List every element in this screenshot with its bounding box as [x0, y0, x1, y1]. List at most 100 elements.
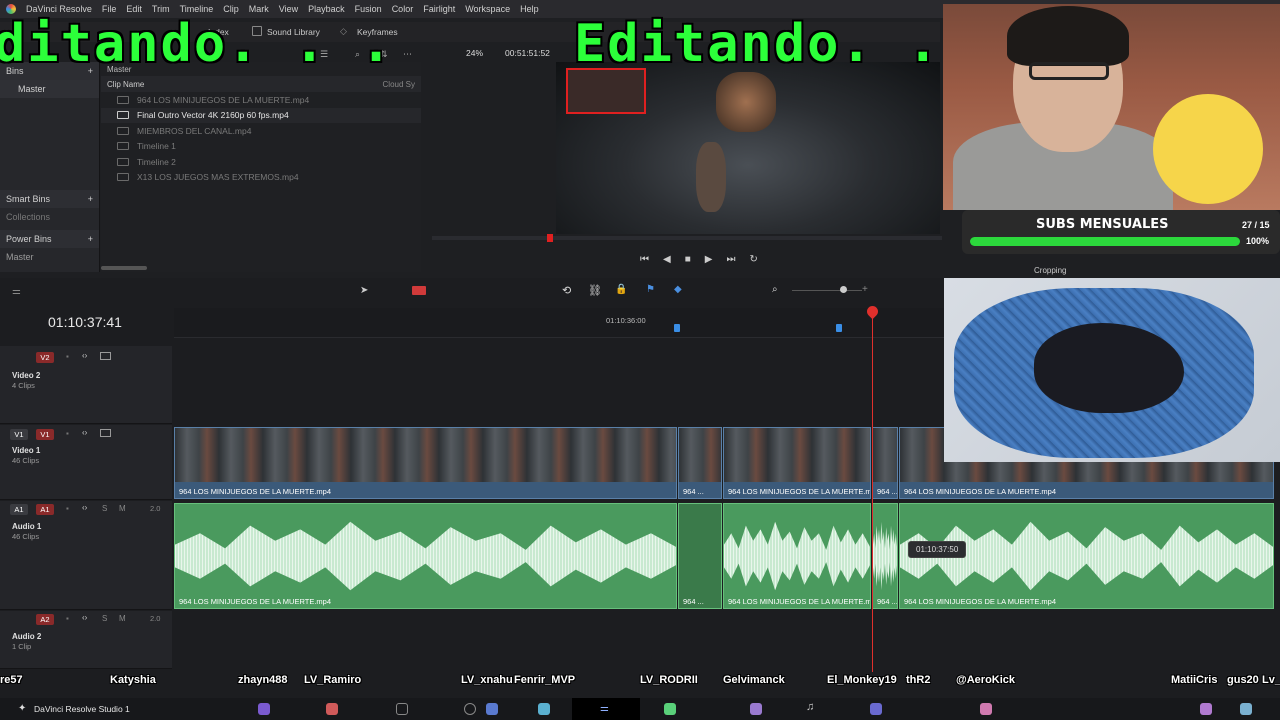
menu-mark[interactable]: Mark: [249, 4, 269, 14]
media-pool: Master Clip Name Cloud Sy 964 LOS MINIJU…: [101, 62, 421, 272]
lock-track-icon[interactable]: ▪: [66, 352, 69, 361]
linked-selection-icon[interactable]: ⛓: [588, 284, 602, 297]
timeline-icon: [117, 142, 129, 151]
loop-icon[interactable]: ↻: [749, 254, 757, 265]
viewer-chandelier: [716, 72, 776, 132]
source-viewer[interactable]: [556, 62, 940, 234]
clip-name-column[interactable]: Clip Name: [107, 80, 144, 89]
auto-select-icon[interactable]: ‹›: [82, 351, 87, 360]
more-options-icon[interactable]: ⋯: [403, 49, 412, 60]
solo-button[interactable]: S: [102, 504, 107, 513]
zoom-level[interactable]: 24%: [466, 48, 483, 58]
menu-workspace[interactable]: Workspace: [465, 4, 510, 14]
davinci-taskbar-icon[interactable]: ✦: [18, 703, 26, 714]
zoom-custom-icon[interactable]: ⌕: [772, 284, 778, 295]
track-video-toggle-icon[interactable]: [100, 429, 111, 437]
audio-clip[interactable]: 964 LOS MINIJUEGOS DE LA MUERTE.mp4: [174, 503, 677, 609]
bin-item-master[interactable]: Master: [0, 80, 99, 98]
clip-item-selected[interactable]: Final Outro Vector 4K 2160p 60 fps.mp4: [101, 107, 421, 123]
menu-trim[interactable]: Trim: [152, 4, 170, 14]
menu-color[interactable]: Color: [392, 4, 414, 14]
timeline-timecode[interactable]: 01:10:37:41: [48, 314, 122, 330]
timeline-marker-blue[interactable]: [836, 324, 842, 332]
track-badge-v1[interactable]: V1: [36, 429, 54, 440]
track-badge-v2[interactable]: V2: [36, 352, 54, 363]
blade-tool-icon[interactable]: [412, 286, 426, 295]
menu-fusion[interactable]: Fusion: [355, 4, 382, 14]
timeline-playhead[interactable]: [872, 310, 873, 672]
lock-icon[interactable]: 🔒: [615, 284, 627, 295]
skip-to-end-icon[interactable]: ⏭: [726, 254, 735, 265]
chat-name: gus20: [1227, 674, 1259, 686]
menu-playback[interactable]: Playback: [308, 4, 345, 14]
marker-icon[interactable]: ◆: [674, 284, 682, 295]
mute-button[interactable]: M: [119, 614, 126, 623]
menu-timeline[interactable]: Timeline: [180, 4, 214, 14]
audio-clip[interactable]: 964 ...: [678, 503, 722, 609]
app-icon[interactable]: [396, 703, 408, 715]
menu-file[interactable]: File: [102, 4, 117, 14]
play-icon[interactable]: ▶: [705, 254, 713, 265]
add-smart-bin-icon[interactable]: +: [88, 194, 93, 204]
track-badge-source-a1[interactable]: A1: [10, 504, 28, 515]
media-pool-scrollbar[interactable]: [101, 266, 147, 270]
clip-name: Timeline 1: [137, 141, 176, 152]
video-clip-icon: [117, 173, 129, 182]
menu-view[interactable]: View: [279, 4, 298, 14]
solo-button[interactable]: S: [102, 614, 107, 623]
audio-clip[interactable]: 964 LOS MINIJUEGOS DE LA MUERTE.mp4: [723, 503, 871, 609]
zoom-slider-track[interactable]: [792, 290, 862, 291]
timeline-options-icon[interactable]: ⚌: [12, 286, 21, 297]
skip-to-start-icon[interactable]: ⏮: [640, 254, 649, 265]
snapping-icon[interactable]: ⟲: [562, 284, 571, 297]
track-badge-a1[interactable]: A1: [36, 504, 54, 515]
ruler-timecode-mark: 01:10:36:00: [606, 316, 646, 325]
video-clip[interactable]: 964 ...: [678, 427, 722, 499]
viewer-scrubber-playhead[interactable]: [547, 234, 553, 242]
menu-help[interactable]: Help: [520, 4, 539, 14]
video-clip[interactable]: 964 ...: [872, 427, 898, 499]
zoom-slider-handle[interactable]: [840, 286, 847, 293]
clip-item[interactable]: 964 LOS MINIJUEGOS DE LA MUERTE.mp4: [101, 92, 421, 108]
clip-label: 964 ...: [877, 597, 898, 606]
collections-item[interactable]: Collections: [0, 208, 99, 226]
lock-track-icon[interactable]: ▪: [66, 429, 69, 438]
clip-item[interactable]: X13 LOS JUEGOS MAS EXTREMOS.mp4: [101, 170, 421, 186]
clip-item[interactable]: Timeline 2: [101, 154, 421, 170]
clip-item[interactable]: MIEMBROS DEL CANAL.mp4: [101, 123, 421, 139]
active-app-label[interactable]: DaVinci Resolve Studio 1: [34, 704, 130, 714]
subs-title: SUBS MENSUALES: [1036, 217, 1169, 232]
power-bin-master[interactable]: Master: [0, 248, 99, 266]
timeline-marker-blue[interactable]: [674, 324, 680, 332]
audio-clip[interactable]: 964 ...: [872, 503, 898, 609]
viewer-scrubber[interactable]: [432, 236, 942, 240]
video-clip[interactable]: 964 LOS MINIJUEGOS DE LA MUERTE.mp4: [723, 427, 871, 499]
stop-icon[interactable]: ■: [685, 254, 691, 265]
auto-select-icon[interactable]: ‹›: [82, 503, 87, 512]
add-power-bin-icon[interactable]: +: [88, 234, 93, 244]
zoom-in-icon[interactable]: +: [862, 284, 868, 295]
auto-select-icon[interactable]: ‹›: [82, 613, 87, 622]
lock-track-icon[interactable]: ▪: [66, 504, 69, 513]
mute-button[interactable]: M: [119, 504, 126, 513]
power-bins-header[interactable]: Power Bins +: [0, 230, 99, 248]
clip-item[interactable]: Timeline 1: [101, 139, 421, 155]
selection-tool-icon[interactable]: ➤: [360, 285, 368, 296]
track-header-audio1: A1 A1 ▪ ‹› S M 2.0 Audio 1 46 Clips: [0, 501, 172, 610]
auto-select-icon[interactable]: ‹›: [82, 428, 87, 437]
davinci-timeline-icon[interactable]: ⚌: [600, 703, 609, 714]
lock-track-icon[interactable]: ▪: [66, 614, 69, 623]
menu-clip[interactable]: Clip: [223, 4, 239, 14]
cloud-sync-column[interactable]: Cloud Sy: [383, 80, 415, 89]
flag-icon[interactable]: ⚑: [646, 284, 655, 295]
camera-icon[interactable]: [464, 703, 476, 715]
step-back-icon[interactable]: ◀: [663, 254, 671, 265]
music-icon[interactable]: ♫: [806, 701, 814, 713]
track-video-toggle-icon[interactable]: [100, 352, 111, 360]
menu-fairlight[interactable]: Fairlight: [423, 4, 455, 14]
menu-edit[interactable]: Edit: [126, 4, 142, 14]
track-badge-a2[interactable]: A2: [36, 614, 54, 625]
track-badge-source-v1[interactable]: V1: [10, 429, 28, 440]
video-clip[interactable]: 964 LOS MINIJUEGOS DE LA MUERTE.mp4: [174, 427, 677, 499]
smart-bins-header[interactable]: Smart Bins +: [0, 190, 99, 208]
